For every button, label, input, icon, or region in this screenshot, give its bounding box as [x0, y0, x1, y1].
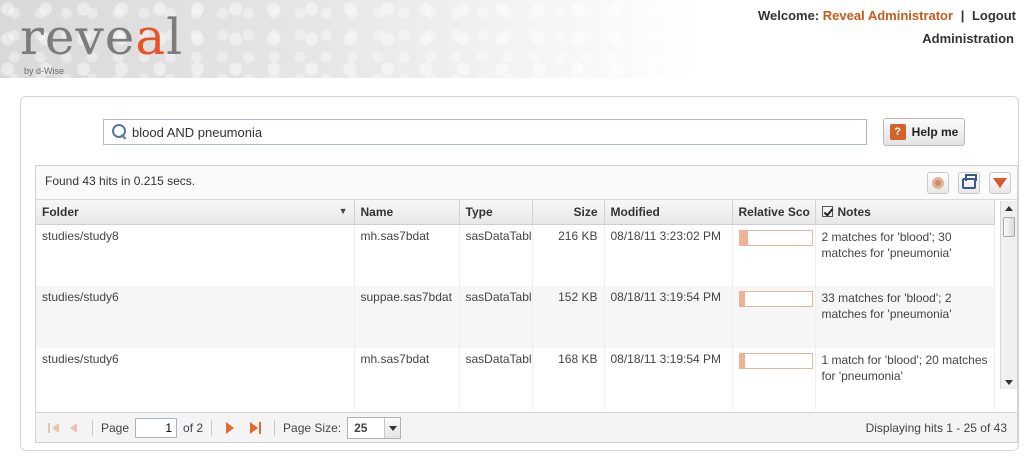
gear-icon	[932, 177, 944, 189]
results-summary: Found 43 hits in 0.215 secs.	[45, 174, 196, 188]
column-header-folder[interactable]: Folder ▼	[36, 200, 355, 225]
logo-text-accent: a	[135, 8, 167, 66]
logo-tagline: by d-Wise	[24, 66, 65, 76]
cell-name: mh.sas7bdat	[354, 348, 460, 410]
column-label-folder: Folder	[42, 204, 79, 219]
search-icon	[112, 124, 128, 140]
cell-size: 152 KB	[532, 286, 605, 348]
settings-button[interactable]	[927, 172, 949, 194]
page-size-label: Page Size:	[283, 420, 342, 435]
cell-modified: 08/18/11 3:23:02 PM	[604, 224, 733, 286]
logo-text-start: reve	[20, 8, 136, 66]
cell-notes: 1 match for 'blood'; 20 matches for 'pne…	[815, 348, 995, 410]
pager-divider	[92, 419, 93, 436]
score-bar	[738, 229, 813, 246]
page-label: Page	[101, 420, 130, 435]
cell-type: sasDataTable	[459, 348, 533, 410]
administration-link[interactable]: Administration	[922, 31, 1014, 46]
scroll-thumb[interactable]	[1003, 217, 1015, 237]
cell-relative-score	[732, 348, 816, 410]
column-header-modified[interactable]: Modified	[604, 200, 733, 225]
export-button[interactable]	[989, 172, 1011, 194]
search-box[interactable]	[103, 119, 867, 145]
logo-text-end: l	[166, 8, 184, 66]
cell-type: sasDataTable	[459, 224, 533, 286]
reveal-logo[interactable]: reveal	[20, 12, 183, 62]
cell-folder: studies/study6	[36, 348, 355, 410]
first-page-icon[interactable]	[47, 421, 61, 435]
page-count-label: of 2	[183, 420, 204, 435]
cell-type: sasDataTable	[459, 286, 533, 348]
welcome-label: Welcome:	[757, 8, 820, 23]
notes-checkbox[interactable]	[821, 205, 833, 217]
column-header-size[interactable]: Size	[532, 200, 605, 225]
column-header-type[interactable]: Type	[459, 200, 533, 225]
displaying-hits-text: Displaying hits 1 - 25 of 43	[865, 420, 1007, 435]
results-toolbar: Found 43 hits in 0.215 secs.	[36, 166, 1017, 200]
column-label-notes: Notes	[837, 204, 871, 219]
cell-notes: 2 matches for 'blood'; 30 matches for 'p…	[815, 224, 995, 286]
search-input[interactable]	[132, 124, 832, 140]
column-header-name[interactable]: Name	[354, 200, 460, 225]
column-header-notes[interactable]: Notes	[815, 200, 995, 225]
search-panel: ? Help me Found 43 hits in 0.215 secs. F	[20, 96, 1019, 451]
cell-size: 216 KB	[532, 224, 605, 286]
page-size-select[interactable]: 25	[347, 416, 402, 439]
pager-divider	[274, 419, 276, 436]
score-fill	[739, 354, 745, 368]
user-name-link[interactable]: Reveal Administrator	[823, 8, 953, 23]
page-number-input[interactable]	[135, 417, 178, 438]
score-bar	[738, 291, 813, 307]
app-header: reveal by d-Wise Welcome: Reveal Adminis…	[0, 0, 1030, 88]
vertical-scrollbar[interactable]	[1000, 201, 1017, 389]
next-page-icon[interactable]	[223, 421, 237, 435]
sort-down-icon[interactable]: ▼	[339, 206, 348, 216]
user-welcome: Welcome: Reveal Administrator | Logout	[758, 8, 1016, 23]
column-header-relative-score[interactable]: Relative Sco	[732, 200, 816, 225]
help-button-label: Help me	[911, 125, 959, 139]
help-button[interactable]: ? Help me	[883, 118, 965, 146]
page-size-value: 25	[354, 420, 368, 435]
cell-folder: studies/study6	[36, 286, 355, 348]
cell-name: suppae.sas7bdat	[354, 286, 460, 348]
cell-modified: 08/18/11 3:19:54 PM	[604, 348, 733, 410]
score-fill	[739, 230, 749, 245]
print-button[interactable]	[958, 172, 980, 194]
pagination-bar: Page of 2 Page Size: 25 Displaying hits …	[36, 412, 1017, 442]
score-fill	[739, 292, 745, 306]
results-table: Folder ▼ Name Type Size Modified Relative…	[36, 200, 995, 410]
table-row[interactable]: studies/study8 mh.sas7bdat sasDataTable …	[36, 224, 995, 286]
table-header-row: Folder ▼ Name Type Size Modified Relative…	[36, 200, 995, 225]
cell-notes: 33 matches for 'blood'; 2 matches for 'p…	[815, 286, 995, 348]
score-bar	[738, 353, 813, 369]
cell-folder: studies/study8	[36, 224, 355, 286]
last-page-icon[interactable]	[249, 421, 263, 435]
cell-relative-score	[732, 224, 816, 286]
help-icon: ?	[889, 124, 906, 140]
cell-size: 168 KB	[532, 348, 605, 410]
scroll-up-icon[interactable]	[1005, 206, 1013, 211]
results-grid: Found 43 hits in 0.215 secs. Folder ▼ Nam…	[35, 165, 1018, 443]
pager-divider	[211, 419, 213, 436]
header-separator: |	[960, 8, 965, 23]
cell-name: mh.sas7bdat	[354, 224, 460, 286]
table-row[interactable]: studies/study6 mh.sas7bdat sasDataTable …	[36, 348, 995, 410]
scroll-down-icon[interactable]	[1005, 380, 1013, 385]
cell-modified: 08/18/11 3:19:54 PM	[604, 286, 733, 348]
export-icon	[993, 178, 1007, 188]
printer-icon	[962, 173, 977, 189]
logout-link[interactable]: Logout	[972, 8, 1016, 23]
table-row[interactable]: studies/study6 suppae.sas7bdat sasDataTa…	[36, 286, 995, 348]
chevron-down-icon[interactable]	[384, 417, 401, 438]
previous-page-icon[interactable]	[67, 421, 81, 435]
cell-relative-score	[732, 286, 816, 348]
